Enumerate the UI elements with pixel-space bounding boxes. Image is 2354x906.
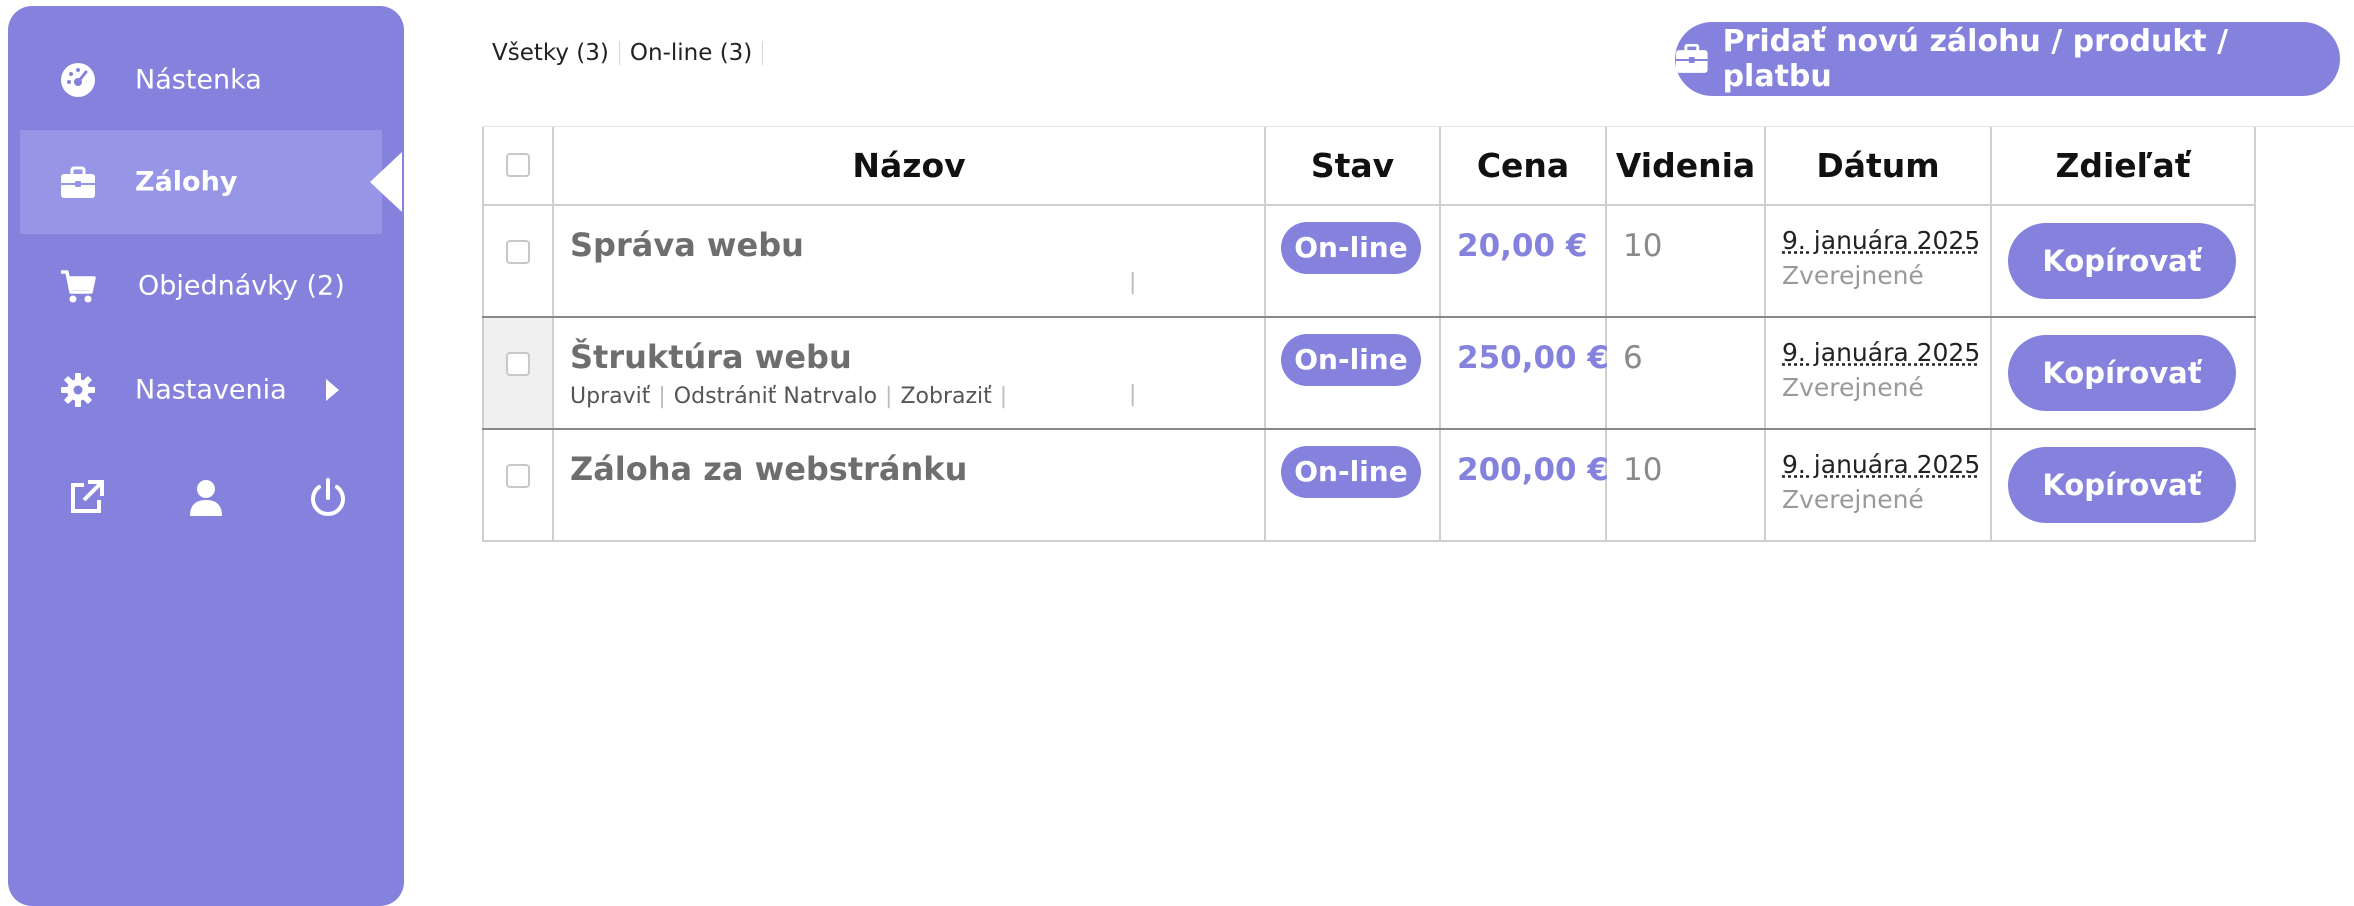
- sidebar-item-zalohy[interactable]: Zálohy: [20, 130, 402, 234]
- share-cell: Kopírovať: [1990, 316, 2256, 430]
- price-cell: 20,00 €: [1439, 204, 1607, 318]
- select-all-checkbox[interactable]: [506, 153, 530, 177]
- sidebar-item-label: Objednávky (2): [138, 270, 345, 302]
- date-value: 9. januára 2025: [1782, 338, 1981, 367]
- views-count: 6: [1623, 340, 1643, 376]
- filter-online[interactable]: On-line (3): [620, 40, 762, 66]
- date-cell: 9. januára 2025 Zverejnené: [1764, 204, 1992, 318]
- title-cell: Správa webu |: [552, 204, 1266, 318]
- sidebar-bottom-icons: [8, 476, 404, 526]
- title-cell: Štruktúra webu Upraviť | Odstrániť Natrv…: [552, 316, 1266, 430]
- sidebar-item-label: Nastavenia: [135, 374, 287, 406]
- status-badge: On-line: [1281, 446, 1421, 498]
- row-checkbox[interactable]: [506, 240, 530, 264]
- row-checkbox[interactable]: [506, 352, 530, 376]
- table-header-row: Názov Stav Cena Videnia Dátum Zdieľať: [482, 127, 2256, 206]
- user-icon[interactable]: [184, 476, 228, 520]
- date-cell: 9. januára 2025 Zverejnené: [1764, 428, 1992, 542]
- status-cell: On-line: [1264, 428, 1441, 542]
- column-header-views[interactable]: Videnia: [1605, 127, 1766, 206]
- publish-status: Zverejnené: [1782, 373, 1924, 402]
- price-cell: 200,00 €: [1439, 428, 1609, 542]
- column-header-price[interactable]: Cena: [1439, 127, 1607, 206]
- add-new-label: Pridať novú zálohu / produkt / platbu: [1722, 24, 2229, 94]
- views-cell: 10: [1605, 204, 1766, 318]
- briefcase-icon: [1675, 44, 1708, 73]
- price-value: 20,00 €: [1457, 228, 1588, 264]
- power-icon[interactable]: [306, 476, 350, 520]
- filter-all[interactable]: Všetky (3): [492, 40, 619, 66]
- row-title[interactable]: Správa webu: [570, 226, 1264, 264]
- products-table: Názov Stav Cena Videnia Dátum Zdieľať Sp…: [482, 127, 2256, 542]
- title-cell: Záloha za webstránku: [552, 428, 1266, 542]
- table-row: Záloha za webstránku On-line 200,00 € 10…: [482, 428, 2256, 542]
- active-indicator: [370, 152, 402, 212]
- row-select-cell: [482, 204, 554, 318]
- date-cell: 9. januára 2025 Zverejnené: [1764, 316, 1992, 430]
- column-header-status[interactable]: Stav: [1264, 127, 1441, 206]
- table-row: Štruktúra webu Upraviť | Odstrániť Natrv…: [482, 316, 2256, 430]
- price-value: 200,00 €: [1457, 452, 1609, 488]
- sidebar-item-label: Nástenka: [135, 64, 262, 96]
- row-action-separator: |: [1129, 270, 1137, 295]
- views-cell: 6: [1605, 316, 1766, 430]
- row-actions: Upraviť | Odstrániť Natrvalo | Zobraziť …: [570, 384, 1015, 409]
- status-filters: Všetky (3) On-line (3): [492, 40, 764, 66]
- publish-status: Zverejnené: [1782, 261, 1924, 290]
- cart-icon: [61, 270, 96, 303]
- row-action-separator: |: [658, 384, 666, 409]
- views-cell: 10: [1605, 428, 1766, 542]
- copy-button[interactable]: Kopírovať: [2008, 335, 2236, 411]
- copy-button[interactable]: Kopírovať: [2008, 223, 2236, 299]
- views-count: 10: [1623, 228, 1663, 264]
- share-cell: Kopírovať: [1990, 204, 2256, 318]
- filter-separator: [762, 41, 764, 65]
- date-value: 9. januára 2025: [1782, 450, 1981, 479]
- publish-status: Zverejnené: [1782, 485, 1924, 514]
- sidebar-item-label: Zálohy: [135, 166, 238, 198]
- external-link-icon[interactable]: [64, 476, 108, 520]
- row-title[interactable]: Štruktúra webu: [570, 338, 1264, 376]
- sidebar-item-dashboard[interactable]: Nástenka: [20, 28, 382, 132]
- views-count: 10: [1623, 452, 1663, 488]
- sidebar-item-settings[interactable]: Nastavenia: [20, 338, 382, 442]
- row-action-separator: |: [1129, 382, 1137, 407]
- sidebar: Nástenka Zálohy Objednávky (2) Nastaveni…: [8, 6, 404, 906]
- edit-link[interactable]: Upraviť: [570, 384, 650, 409]
- gear-icon: [61, 373, 95, 407]
- add-new-button[interactable]: Pridať novú zálohu / produkt / platbu: [1675, 22, 2340, 96]
- status-cell: On-line: [1264, 316, 1441, 430]
- row-checkbox[interactable]: [506, 464, 530, 488]
- price-value: 250,00 €: [1457, 340, 1609, 376]
- caret-right-icon: [326, 379, 339, 401]
- date-value: 9. januára 2025: [1782, 226, 1981, 255]
- status-cell: On-line: [1264, 204, 1441, 318]
- column-header-share: Zdieľať: [1990, 127, 2256, 206]
- row-title[interactable]: Záloha za webstránku: [570, 450, 1264, 488]
- status-badge: On-line: [1281, 222, 1421, 274]
- briefcase-icon: [61, 166, 95, 198]
- sidebar-item-orders[interactable]: Objednávky (2): [20, 234, 382, 338]
- table-row: Správa webu | On-line 20,00 € 10 9. janu…: [482, 204, 2256, 318]
- view-link[interactable]: Zobraziť: [900, 384, 991, 409]
- status-badge: On-line: [1281, 334, 1421, 386]
- delete-permanently-link[interactable]: Odstrániť Natrvalo: [674, 384, 877, 409]
- row-action-separator: |: [885, 384, 893, 409]
- dashboard-icon: [61, 63, 95, 97]
- row-action-separator: |: [999, 384, 1008, 409]
- copy-button[interactable]: Kopírovať: [2008, 447, 2236, 523]
- row-select-cell: [482, 428, 554, 542]
- row-select-cell: [482, 316, 554, 430]
- select-all-cell: [482, 127, 554, 206]
- column-header-name[interactable]: Názov: [552, 127, 1266, 206]
- price-cell: 250,00 €: [1439, 316, 1609, 430]
- column-header-date[interactable]: Dátum: [1764, 127, 1992, 206]
- share-cell: Kopírovať: [1990, 428, 2256, 542]
